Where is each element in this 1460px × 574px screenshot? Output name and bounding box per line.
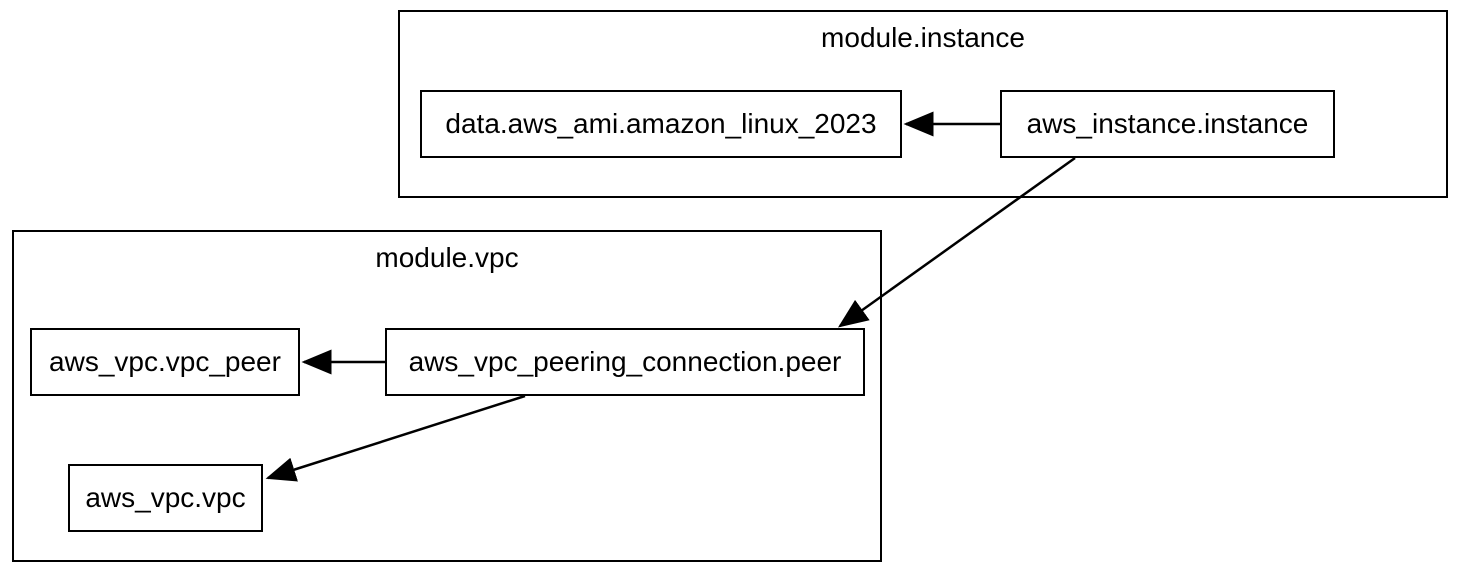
resource-vpc-peer-label: aws_vpc.vpc_peer	[49, 346, 281, 378]
resource-peering: aws_vpc_peering_connection.peer	[385, 328, 865, 396]
resource-peering-label: aws_vpc_peering_connection.peer	[409, 346, 842, 378]
module-vpc-title: module.vpc	[14, 232, 880, 289]
module-instance-title: module.instance	[400, 12, 1446, 69]
resource-vpc: aws_vpc.vpc	[68, 464, 263, 532]
resource-instance-label: aws_instance.instance	[1027, 108, 1309, 140]
resource-vpc-peer: aws_vpc.vpc_peer	[30, 328, 300, 396]
resource-ami: data.aws_ami.amazon_linux_2023	[420, 90, 902, 158]
resource-vpc-label: aws_vpc.vpc	[85, 482, 245, 514]
resource-ami-label: data.aws_ami.amazon_linux_2023	[445, 108, 876, 140]
resource-instance: aws_instance.instance	[1000, 90, 1335, 158]
